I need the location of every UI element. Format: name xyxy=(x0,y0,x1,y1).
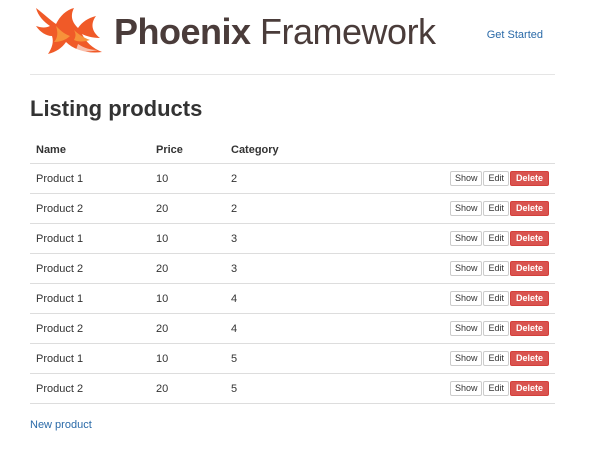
table-row: Product 2 20 4 Show Edit Delete xyxy=(30,313,555,344)
cell-actions: Show Edit Delete xyxy=(337,313,555,344)
cell-actions: Show Edit Delete xyxy=(337,343,555,374)
cell-price: 10 xyxy=(150,223,225,254)
delete-button[interactable]: Delete xyxy=(509,261,549,276)
cell-actions: Show Edit Delete xyxy=(337,253,555,284)
table-header-row: Name Price Category xyxy=(30,137,555,164)
cell-category: 3 xyxy=(225,223,337,254)
column-header-name: Name xyxy=(30,137,150,164)
cell-category: 4 xyxy=(225,313,337,344)
phoenix-bird-icon xyxy=(36,8,102,54)
cell-actions: Show Edit Delete xyxy=(337,283,555,314)
delete-button[interactable]: Delete xyxy=(509,171,549,186)
delete-button[interactable]: Delete xyxy=(509,351,549,366)
cell-price: 20 xyxy=(150,373,225,404)
edit-button[interactable]: Edit xyxy=(483,321,509,336)
cell-price: 20 xyxy=(150,193,225,224)
cell-category: 2 xyxy=(225,193,337,224)
cell-price: 20 xyxy=(150,313,225,344)
header: Phoenix Framework Get Started xyxy=(30,0,555,75)
cell-name: Product 2 xyxy=(30,193,150,224)
edit-button[interactable]: Edit xyxy=(483,261,509,276)
show-button[interactable]: Show xyxy=(449,351,483,366)
phoenix-logo[interactable]: Phoenix Framework xyxy=(30,4,436,60)
column-header-price: Price xyxy=(150,137,225,164)
logo-wordmark-light: Framework xyxy=(250,11,436,52)
new-product-link[interactable]: New product xyxy=(30,419,92,431)
edit-button[interactable]: Edit xyxy=(483,291,509,306)
table-row: Product 1 10 5 Show Edit Delete xyxy=(30,343,555,374)
delete-button[interactable]: Delete xyxy=(509,201,549,216)
products-table: Name Price Category Product 1 10 2 Show Edit… xyxy=(30,137,555,404)
cell-category: 3 xyxy=(225,253,337,284)
delete-button[interactable]: Delete xyxy=(509,291,549,306)
table-row: Product 1 10 3 Show Edit Delete xyxy=(30,223,555,254)
cell-category: 4 xyxy=(225,283,337,314)
table-row: Product 2 20 5 Show Edit Delete xyxy=(30,373,555,404)
show-button[interactable]: Show xyxy=(449,261,483,276)
show-button[interactable]: Show xyxy=(449,201,483,216)
cell-name: Product 2 xyxy=(30,253,150,284)
show-button[interactable]: Show xyxy=(449,381,483,396)
cell-category: 2 xyxy=(225,163,337,194)
cell-actions: Show Edit Delete xyxy=(337,163,555,194)
edit-button[interactable]: Edit xyxy=(483,201,509,216)
show-button[interactable]: Show xyxy=(449,291,483,306)
edit-button[interactable]: Edit xyxy=(483,171,509,186)
edit-button[interactable]: Edit xyxy=(483,231,509,246)
logo-wordmark-bold: Phoenix xyxy=(114,11,251,52)
cell-name: Product 2 xyxy=(30,313,150,344)
cell-name: Product 1 xyxy=(30,283,150,314)
page-title: Listing products xyxy=(30,96,203,121)
table-row: Product 2 20 3 Show Edit Delete xyxy=(30,253,555,284)
cell-actions: Show Edit Delete xyxy=(337,193,555,224)
table-row: Product 2 20 2 Show Edit Delete xyxy=(30,193,555,224)
table-row: Product 1 10 4 Show Edit Delete xyxy=(30,283,555,314)
cell-name: Product 1 xyxy=(30,343,150,374)
cell-actions: Show Edit Delete xyxy=(337,223,555,254)
cell-name: Product 1 xyxy=(30,223,150,254)
cell-price: 10 xyxy=(150,283,225,314)
delete-button[interactable]: Delete xyxy=(509,381,549,396)
cell-name: Product 1 xyxy=(30,163,150,194)
delete-button[interactable]: Delete xyxy=(509,321,549,336)
column-header-category: Category xyxy=(225,137,337,164)
cell-price: 20 xyxy=(150,253,225,284)
cell-name: Product 2 xyxy=(30,373,150,404)
table-body: Product 1 10 2 Show Edit Delete Product 2 20 2 Sh… xyxy=(30,163,555,404)
logo-wordmark: Phoenix Framework xyxy=(114,12,436,52)
delete-button[interactable]: Delete xyxy=(509,231,549,246)
get-started-link[interactable]: Get Started xyxy=(487,29,543,41)
edit-button[interactable]: Edit xyxy=(483,351,509,366)
cell-category: 5 xyxy=(225,343,337,374)
show-button[interactable]: Show xyxy=(449,171,483,186)
show-button[interactable]: Show xyxy=(449,231,483,246)
cell-actions: Show Edit Delete xyxy=(337,373,555,404)
edit-button[interactable]: Edit xyxy=(483,381,509,396)
cell-price: 10 xyxy=(150,163,225,194)
column-header-actions xyxy=(337,137,555,164)
cell-price: 10 xyxy=(150,343,225,374)
show-button[interactable]: Show xyxy=(449,321,483,336)
table-row: Product 1 10 2 Show Edit Delete xyxy=(30,163,555,194)
cell-category: 5 xyxy=(225,373,337,404)
